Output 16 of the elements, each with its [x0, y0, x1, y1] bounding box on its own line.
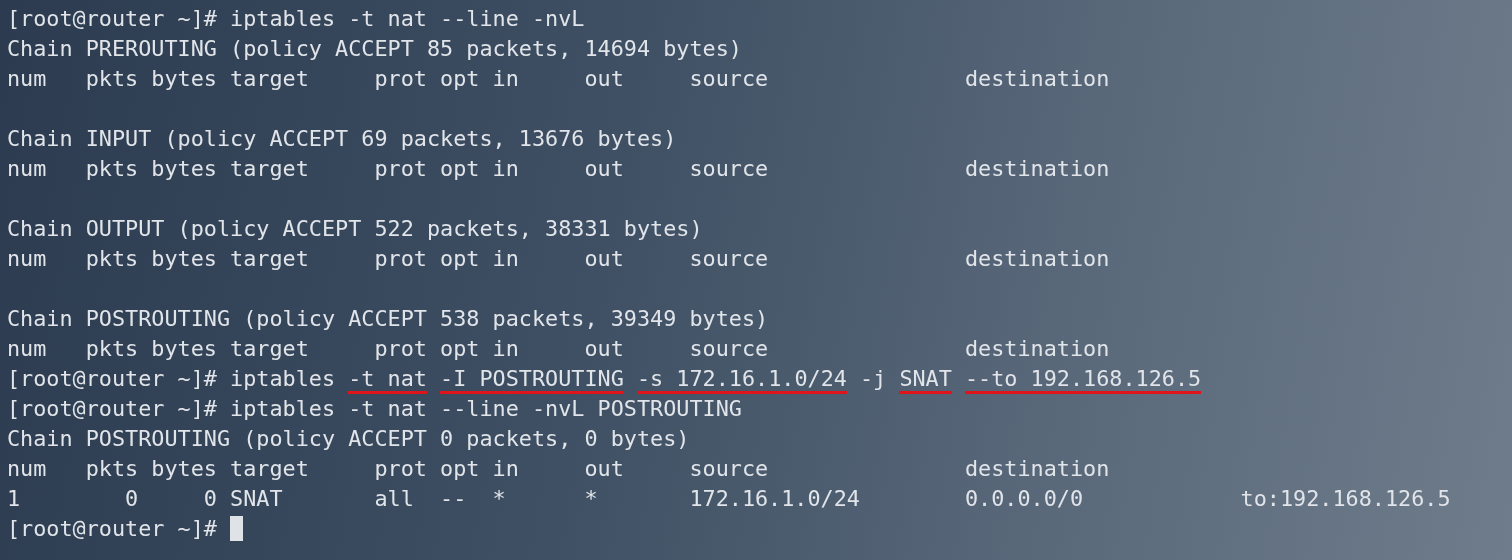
terminal-line: Chain POSTROUTING (policy ACCEPT 0 packets, 0 bytes) — [7, 425, 690, 453]
terminal-line: 1 0 0 SNAT all -- * * 172.16.1.0/24 0.0.0.0/0 to:192.168.126.5 — [7, 485, 1451, 513]
terminal-line: Chain PREROUTING (policy ACCEPT 85 packets, 14694 bytes) — [7, 35, 742, 63]
terminal-line: num pkts bytes target prot opt in out source destination — [7, 455, 1110, 483]
terminal-line: [root@router ~]# iptables -t nat -I POSTROUTING -s 172.16.1.0/24 -j SNAT --to 192.168.126.5 — [7, 364, 1202, 394]
text-cursor — [230, 516, 244, 541]
terminal-line: [root@router ~]# iptables -t nat --line -nvL — [7, 5, 585, 33]
terminal-line: Chain POSTROUTING (policy ACCEPT 538 packets, 39349 bytes) — [7, 305, 769, 333]
terminal-line: num pkts bytes target prot opt in out source destination — [7, 65, 1110, 93]
terminal-line: num pkts bytes target prot opt in out source destination — [7, 245, 1110, 273]
terminal-line: num pkts bytes target prot opt in out source destination — [7, 155, 1110, 183]
terminal-line: Chain OUTPUT (policy ACCEPT 522 packets, 38331 bytes) — [7, 215, 703, 243]
terminal-line: [root@router ~]# iptables -t nat --line -nvL POSTROUTING — [7, 395, 742, 423]
terminal-line: num pkts bytes target prot opt in out source destination — [7, 335, 1110, 363]
terminal-line: Chain INPUT (policy ACCEPT 69 packets, 13676 bytes) — [7, 125, 677, 153]
terminal-line: [root@router ~]# — [7, 515, 218, 543]
